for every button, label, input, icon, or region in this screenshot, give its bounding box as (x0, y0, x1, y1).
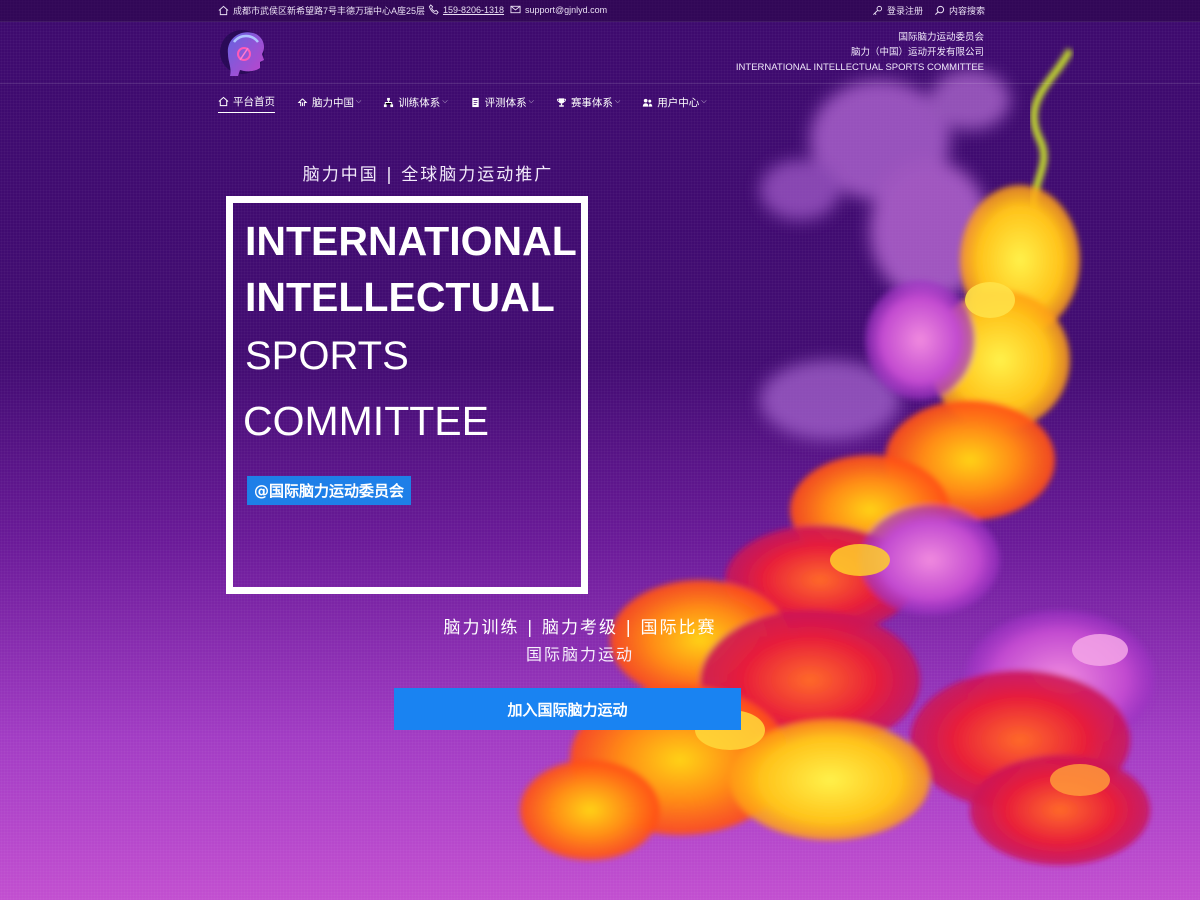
team-icon (297, 97, 308, 106)
key-icon (873, 5, 883, 15)
content-search-link[interactable]: 内容搜索 (934, 4, 985, 17)
nav-label: 脑力中国 (312, 96, 354, 109)
home-icon (218, 5, 229, 16)
org-name-en: INTERNATIONAL INTELLECTUAL SPORTS COMMIT… (735, 62, 984, 73)
header-divider (0, 83, 1200, 84)
hero-subtitle-name: 国际脑力运动 (525, 645, 634, 664)
email-link[interactable]: support@gjnlyd.com (525, 5, 607, 15)
phone-link[interactable]: 159-8206-1318 (443, 5, 504, 15)
hero-title-line-3: SPORTS (245, 334, 409, 378)
address-info: 成都市武侯区新希望路7号丰德万瑞中心A座25层 (218, 4, 425, 17)
login-register-link[interactable]: 登录注册 (872, 4, 923, 17)
hero-title-line-4: COMMITTEE (243, 398, 489, 444)
site-logo[interactable] (218, 24, 270, 80)
nav-label: 评测体系 (484, 96, 527, 109)
nav-item-user-center[interactable]: 用户中心 ⌵ (642, 94, 707, 113)
email-info[interactable]: support@gjnlyd.com (510, 4, 607, 15)
nav-label: 训练体系 (398, 96, 441, 109)
phone-icon (428, 4, 439, 15)
nav-item-training[interactable]: 训练体系 ⌵ (383, 94, 448, 113)
top-info-bar: 成都市武侯区新希望路7号丰德万瑞中心A座25层 159-8206-1318 su… (0, 0, 1200, 22)
document-icon (471, 97, 479, 107)
chevron-down-icon: ⌵ (614, 98, 621, 105)
organization-badge: @国际脑力运动委员会 (247, 476, 412, 505)
nav-item-events[interactable]: 赛事体系 ⌵ (556, 94, 620, 113)
phone-info[interactable]: 159-8206-1318 (428, 4, 504, 15)
hero-tagline: 脑力中国 | 全球脑力运动推广 (302, 165, 554, 185)
nav-item-brain-china[interactable]: 脑力中国 ⌵ (297, 94, 361, 113)
address-text: 成都市武侯区新希望路7号丰德万瑞中心A座25层 (233, 6, 426, 16)
users-icon (642, 98, 653, 107)
nav-label: 赛事体系 (570, 96, 613, 109)
hero-title-line-1: INTERNATIONAL (245, 218, 577, 264)
main-nav: 平台首页 脑力中国 ⌵ 训练体系 ⌵ 评测体系 ⌵ 赛事体系 ⌵ 用户中心 ⌵ (218, 94, 729, 113)
nav-item-assessment[interactable]: 评测体系 ⌵ (470, 94, 534, 113)
nav-item-home[interactable]: 平台首页 (218, 94, 275, 113)
search-icon (934, 5, 945, 16)
org-company-name: 脑力（中国）运动开发有限公司 (850, 47, 984, 58)
chevron-down-icon: ⌵ (528, 98, 534, 105)
org-name-cn: 国际脑力运动委员会 (898, 32, 984, 43)
login-register-label: 登录注册 (887, 6, 924, 16)
content-search-label: 内容搜索 (949, 6, 986, 16)
organization-names: 国际脑力运动委员会 脑力（中国）运动开发有限公司 INTERNATIONAL I… (736, 30, 984, 75)
home-icon (218, 96, 229, 107)
join-button[interactable]: 加入国际脑力运动 (394, 688, 741, 730)
chevron-down-icon: ⌵ (442, 98, 448, 105)
nav-label: 用户中心 (657, 96, 700, 109)
chevron-down-icon: ⌵ (701, 98, 707, 105)
mail-icon (510, 5, 521, 14)
trophy-icon (556, 97, 566, 107)
hero-subtitle-programs: 脑力训练 | 脑力考级 | 国际比赛 (443, 618, 717, 638)
chevron-down-icon: ⌵ (356, 98, 362, 105)
sitemap-icon (384, 97, 394, 107)
hero-title-line-2: INTELLECTUAL (245, 274, 555, 320)
nav-label: 平台首页 (233, 96, 275, 108)
